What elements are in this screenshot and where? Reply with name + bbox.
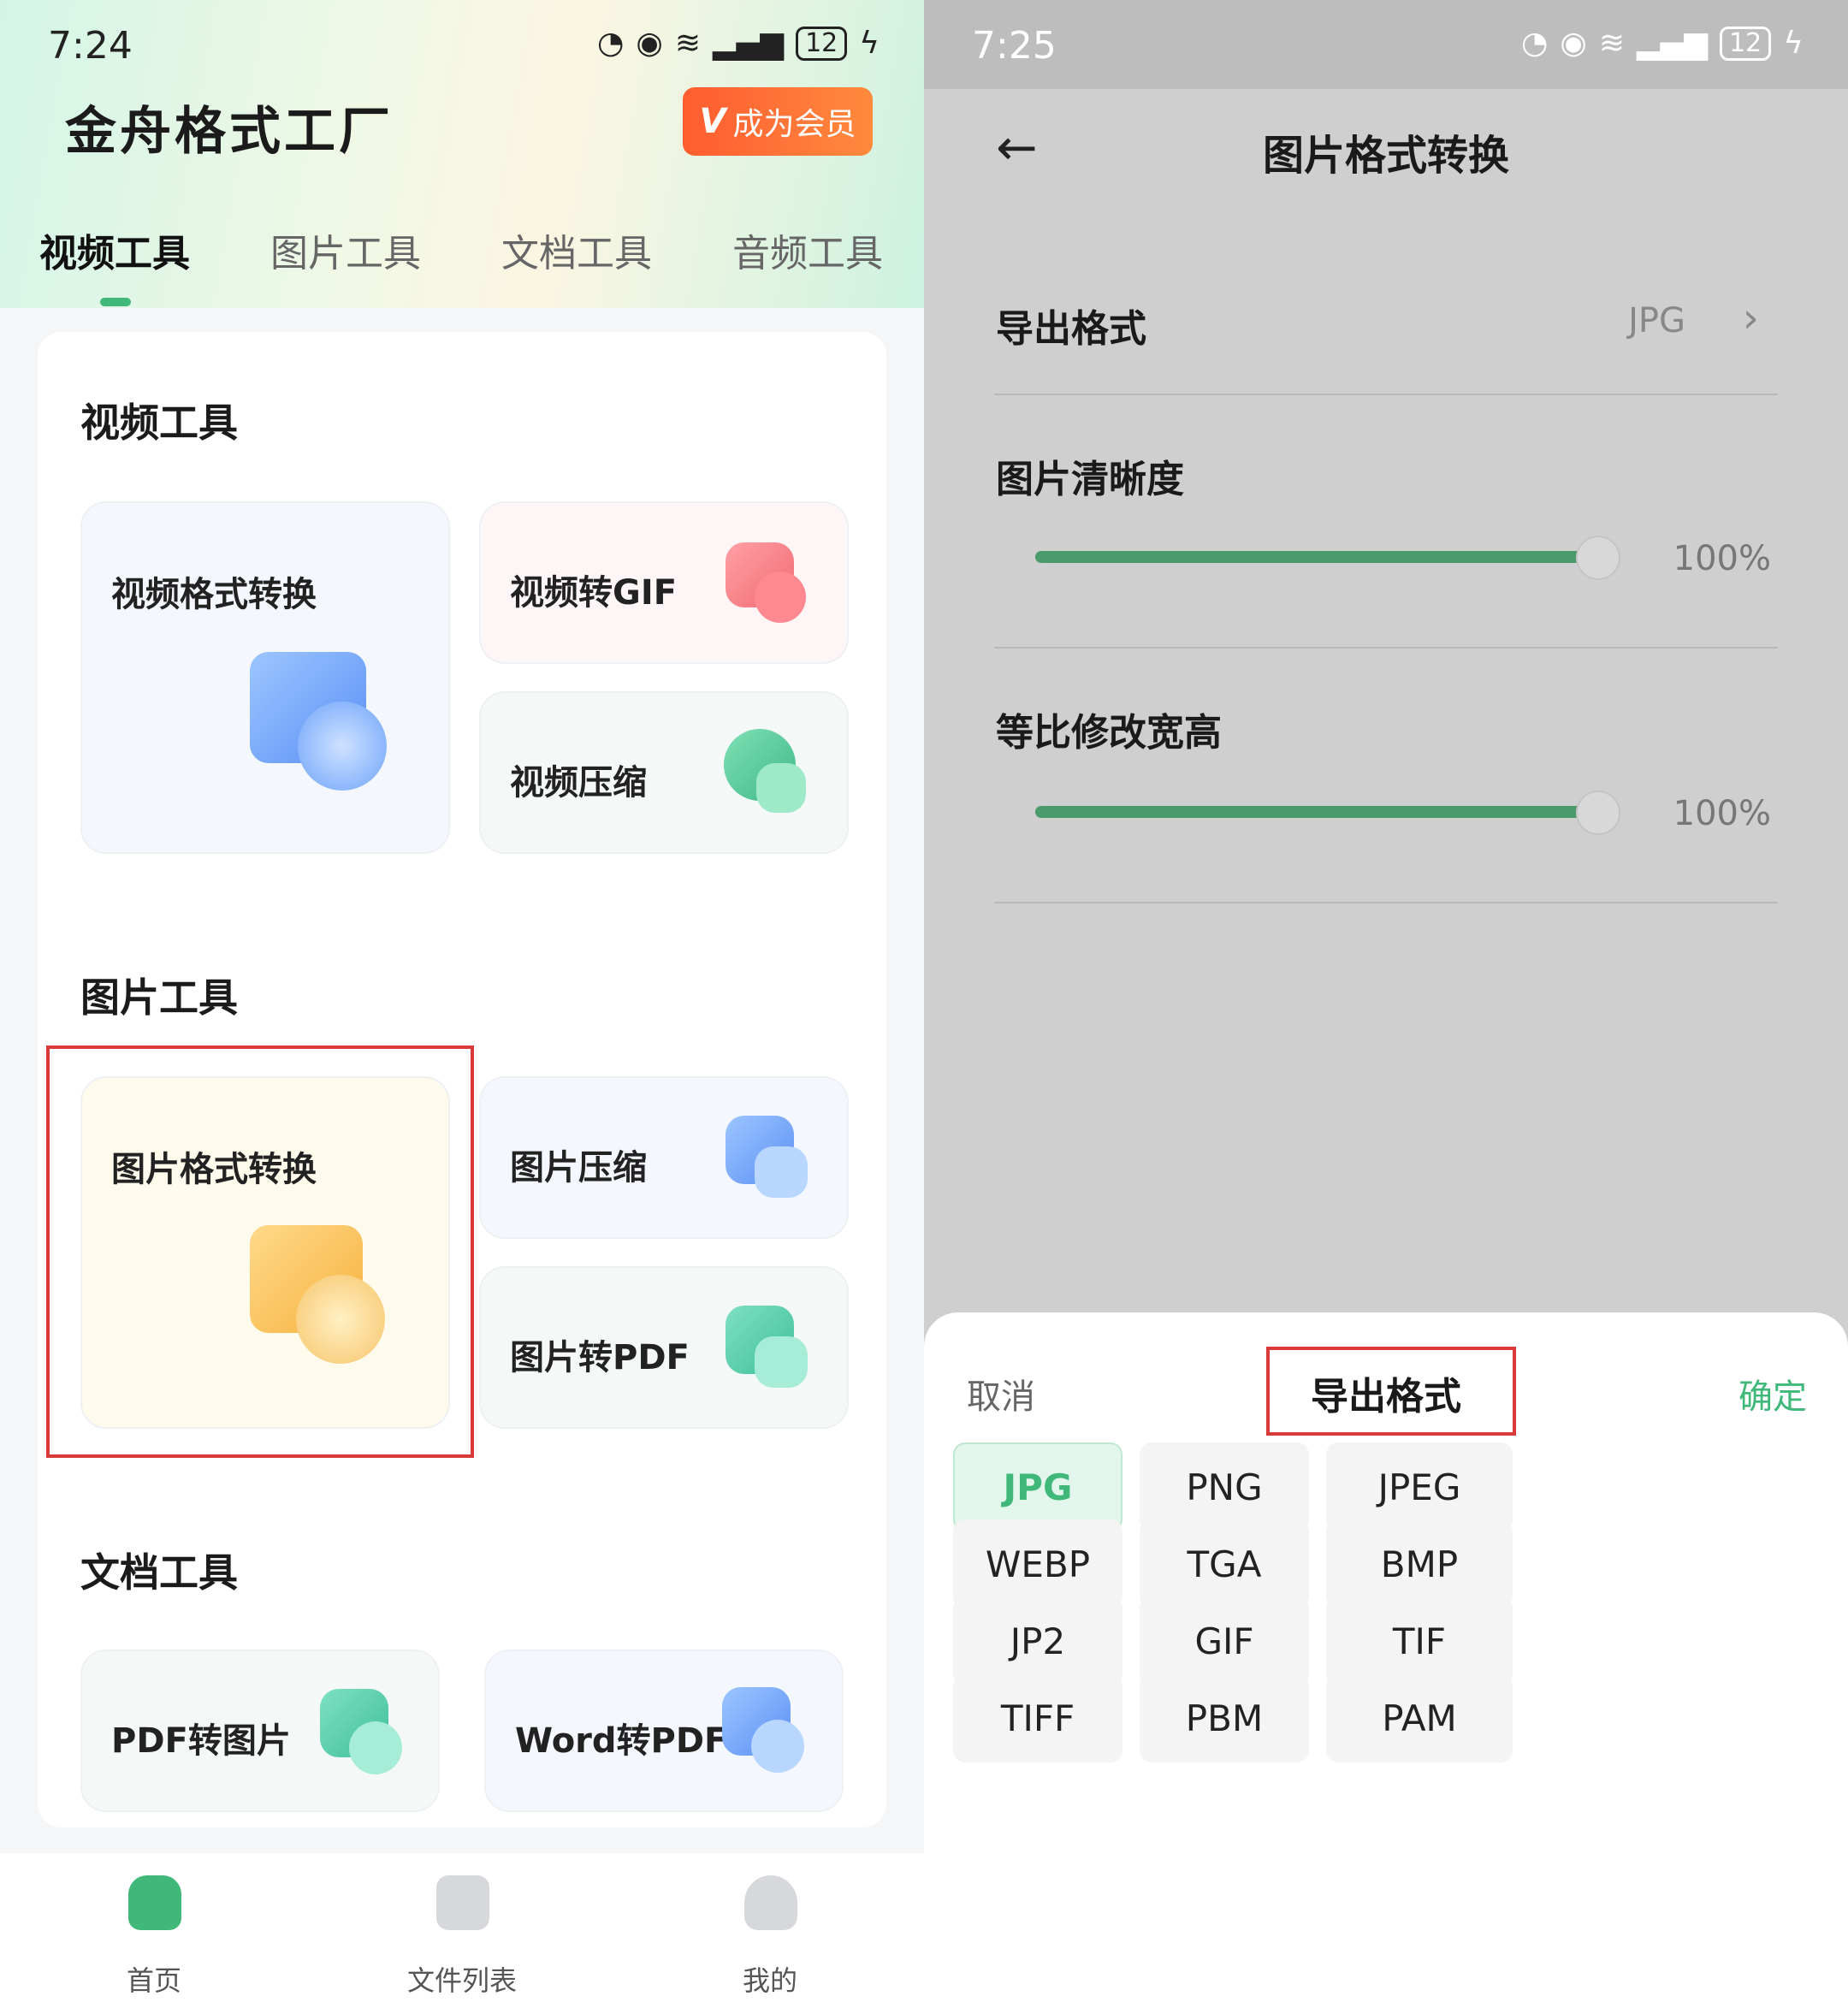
format-option-bmp[interactable]: BMP <box>1326 1519 1513 1608</box>
tool-pdf-to-image[interactable]: PDF转图片 <box>80 1650 440 1812</box>
highlight-image-format-convert <box>46 1045 474 1458</box>
format-option-jpg[interactable]: JPG <box>953 1442 1122 1531</box>
battery-icon: 12 <box>1720 26 1772 61</box>
clarity-label: 图片清晰度 <box>996 458 1184 501</box>
status-bar: 7:24 ◔ ◉ ≋ ▂▄▆ 12 ϟ <box>0 0 924 94</box>
charging-icon: ϟ <box>1783 26 1804 61</box>
page-title: 图片格式转换 <box>1262 132 1509 180</box>
folder-icon <box>436 1875 489 1930</box>
section-title-document: 文档工具 <box>80 1549 238 1596</box>
format-option-png[interactable]: PNG <box>1140 1442 1309 1531</box>
divider <box>994 902 1778 903</box>
format-option-tif[interactable]: TIF <box>1326 1596 1513 1685</box>
vip-icon: V <box>699 102 726 141</box>
signal-icon: ▂▄▆ <box>1637 26 1709 61</box>
ratio-value: 100% <box>1673 794 1771 833</box>
clarity-slider-thumb[interactable] <box>1576 536 1620 580</box>
export-format-value[interactable]: JPG <box>1628 301 1685 341</box>
signal-icon: ▂▄▆ <box>713 26 785 61</box>
battery-icon: 12 <box>796 26 848 61</box>
nav-file-list[interactable]: 文件列表 <box>376 1853 548 2002</box>
tool-image-compress[interactable]: 图片压缩 <box>479 1076 849 1239</box>
tab-audio[interactable]: 音频工具 <box>732 222 883 277</box>
status-time: 7:25 <box>972 24 1057 68</box>
tool-video-to-gif[interactable]: 视频转GIF <box>479 501 849 664</box>
format-option-jp2[interactable]: JP2 <box>953 1596 1122 1685</box>
clarity-value: 100% <box>1673 539 1771 578</box>
nav-mine[interactable]: 我的 <box>684 1853 856 2002</box>
play-badge-icon <box>756 763 806 813</box>
ratio-slider-thumb[interactable] <box>1576 791 1620 835</box>
export-format-label: 导出格式 <box>996 307 1146 351</box>
ratio-resize-label: 等比修改宽高 <box>996 711 1222 755</box>
divider <box>994 647 1778 649</box>
format-option-tiff[interactable]: TIFF <box>953 1673 1122 1762</box>
section-title-image: 图片工具 <box>80 974 238 1021</box>
status-bar: 7:25 ◔ ◉ ≋ ▂▄▆ 12 ϟ <box>924 0 1848 89</box>
tool-word-to-pdf[interactable]: Word转PDF <box>484 1650 844 1812</box>
bottom-nav: 首页 文件列表 我的 <box>0 1853 924 2002</box>
format-option-jpeg[interactable]: JPEG <box>1326 1442 1513 1531</box>
divider <box>994 394 1778 395</box>
ratio-slider-track[interactable] <box>1035 806 1583 818</box>
speed-icon: ◔ <box>1520 26 1549 61</box>
eye-icon: ◉ <box>1560 26 1587 61</box>
chevron-right-icon[interactable]: › <box>1743 294 1759 342</box>
format-option-tga[interactable]: TGA <box>1140 1519 1309 1608</box>
status-time: 7:24 <box>48 24 133 68</box>
format-option-webp[interactable]: WEBP <box>953 1519 1122 1608</box>
tool-image-to-pdf[interactable]: 图片转PDF <box>479 1266 849 1429</box>
format-option-pbm[interactable]: PBM <box>1140 1673 1309 1762</box>
format-option-pam[interactable]: PAM <box>1326 1673 1513 1762</box>
app-title: 金舟格式工厂 <box>65 102 394 162</box>
home-screen: 7:24 ◔ ◉ ≋ ▂▄▆ 12 ϟ 金舟格式工厂 V 成为会员 视频工具 图… <box>0 0 924 2002</box>
picture-badge-icon <box>755 1146 808 1198</box>
export-format-sheet: 取消 导出格式 确定 JPG PNG JPEG WEBP TGA BMP JP2 GIF TIF… <box>924 1312 1848 2002</box>
become-member-button[interactable]: V 成为会员 <box>683 87 873 156</box>
wifi-icon: ≋ <box>1598 26 1625 61</box>
tab-image[interactable]: 图片工具 <box>270 222 421 277</box>
home-icon <box>128 1875 181 1930</box>
charging-icon: ϟ <box>859 26 880 61</box>
eye-icon: ◉ <box>636 26 663 61</box>
user-icon <box>744 1875 797 1930</box>
play-badge-icon <box>755 572 806 623</box>
tab-video[interactable]: 视频工具 <box>39 222 190 277</box>
speed-icon: ◔ <box>596 26 625 61</box>
picture-badge-icon <box>755 1336 808 1388</box>
active-tab-indicator <box>100 298 131 306</box>
tool-tabs: 视频工具 图片工具 文档工具 音频工具 <box>0 214 924 308</box>
image-format-convert-screen: 7:25 ◔ ◉ ≋ ▂▄▆ 12 ϟ ← 图片格式转换 导出格式 JPG › … <box>924 0 1848 2002</box>
wifi-icon: ≋ <box>674 26 701 61</box>
highlight-sheet-title <box>1266 1347 1516 1436</box>
section-title-video: 视频工具 <box>80 400 238 446</box>
tool-video-format-convert[interactable]: 视频格式转换 <box>80 501 450 854</box>
pdf-badge-icon <box>349 1721 402 1774</box>
tool-video-compress[interactable]: 视频压缩 <box>479 691 849 854</box>
tab-document[interactable]: 文档工具 <box>501 222 652 277</box>
clarity-slider-track[interactable] <box>1035 551 1583 563</box>
format-option-gif[interactable]: GIF <box>1140 1596 1309 1685</box>
convert-refresh-icon <box>298 702 387 791</box>
pdf-badge-icon <box>751 1720 804 1773</box>
nav-home[interactable]: 首页 <box>68 1853 240 2002</box>
confirm-button[interactable]: 确定 <box>1738 1369 1807 1419</box>
